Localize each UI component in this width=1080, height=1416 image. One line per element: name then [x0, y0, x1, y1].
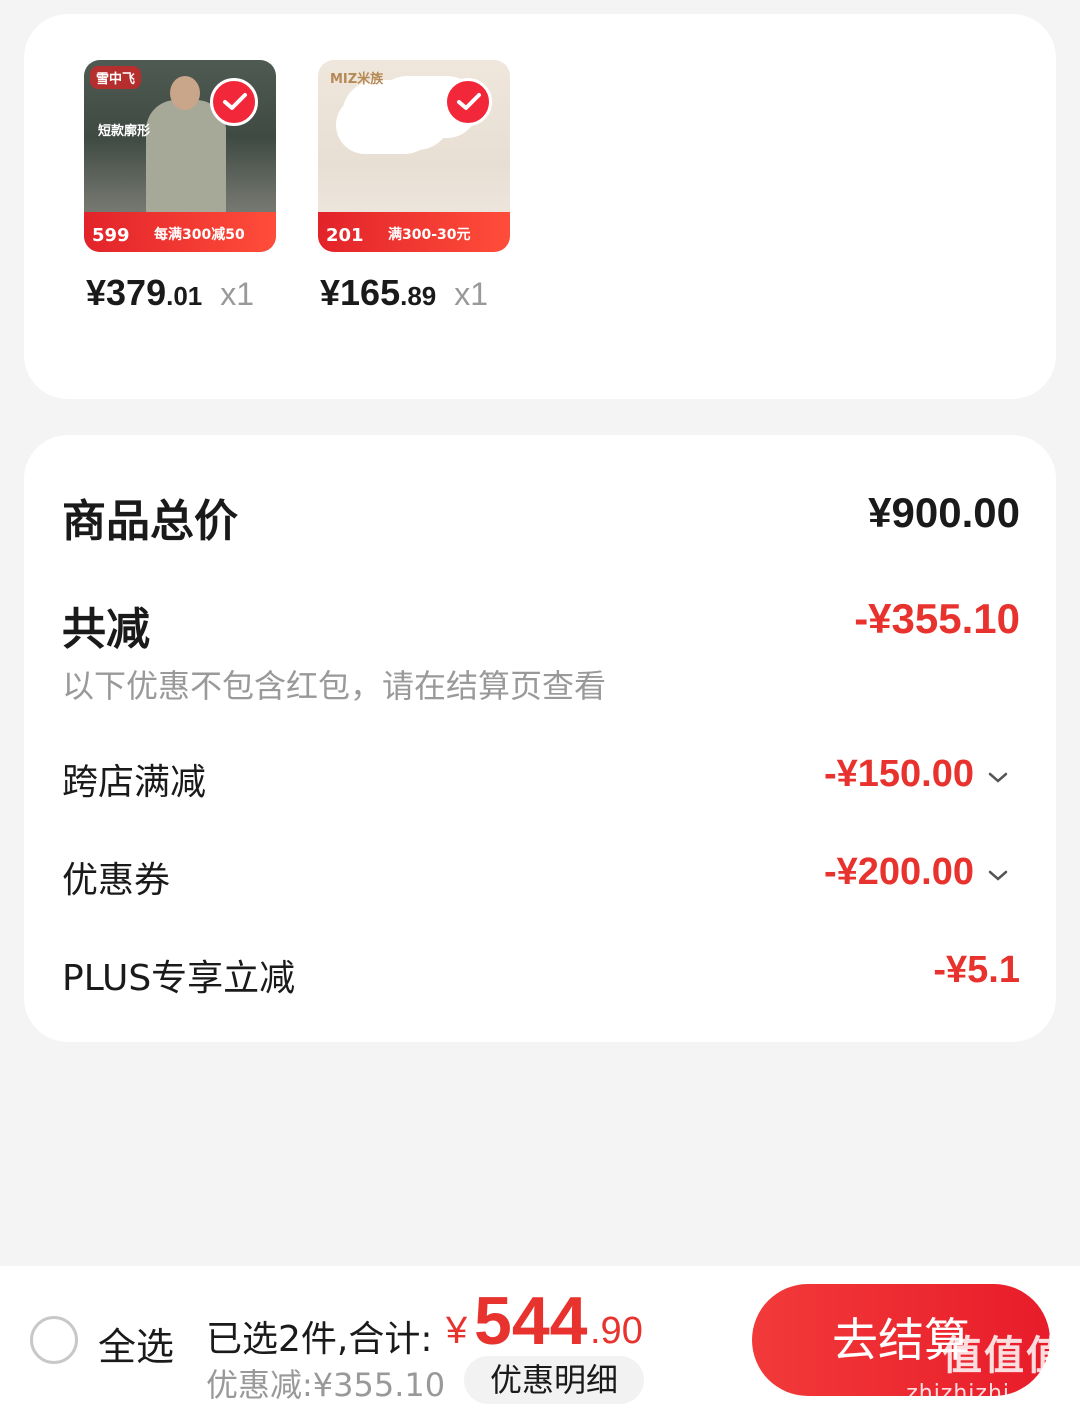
selected-count-text: 已选2件,合计:: [206, 1319, 433, 1360]
total-price-value: ¥900.00: [868, 489, 1020, 536]
total-amount-dec: .90: [590, 1310, 643, 1352]
total-currency: ¥: [446, 1310, 468, 1352]
discount-total-text: 优惠减:¥355.10: [206, 1366, 446, 1404]
promo-price: 599: [92, 225, 130, 246]
brand-logo: MIZ米族: [330, 72, 384, 87]
product-item[interactable]: 雪中飞 短款廓形 599 每满300减50: [84, 60, 276, 252]
total-amount-int: 544: [474, 1283, 588, 1359]
promo-price: 201: [326, 225, 364, 246]
discount-detail-button[interactable]: 优惠明细: [464, 1356, 644, 1404]
checkout-bar: 全选 已选2件,合计: ¥ 544 .90 优惠减:¥355.10 优惠明细 去…: [0, 1266, 1080, 1416]
product-price: ¥379.01 x1: [86, 272, 255, 313]
promo-text: 每满300减50: [154, 227, 245, 243]
chevron-down-icon[interactable]: [988, 771, 1008, 785]
select-all-label[interactable]: 全选: [98, 1316, 174, 1371]
thumb-caption: 短款廓形: [98, 124, 151, 139]
selected-products-card: 雪中飞 短款廓形 599 每满300减50 ¥379.01 x1 MIZ米族 20…: [24, 14, 1056, 399]
product-price: ¥165.89 x1: [320, 272, 489, 313]
promo-text: 满300-30元: [388, 227, 471, 243]
selected-check-icon[interactable]: [444, 78, 492, 126]
discount-note: 以下优惠不包含红包，请在结算页查看: [62, 667, 607, 705]
total-price-label: 商品总价: [62, 496, 238, 547]
product-quantity: x1: [454, 276, 489, 312]
product-thumbnail[interactable]: MIZ米族 201 满300-30元: [318, 60, 510, 252]
discount-label: 跨店满减: [62, 762, 207, 803]
product-thumbnail[interactable]: 雪中飞 短款廓形 599 每满300减50: [84, 60, 276, 252]
site-watermark: 值值值 zhizhizhi.com: [906, 1333, 1068, 1406]
discount-value: -¥5.1: [933, 949, 1020, 991]
discount-label: PLUS专享立减: [62, 958, 296, 999]
discount-value: -¥200.00: [823, 851, 974, 893]
product-quantity: x1: [220, 276, 255, 312]
select-all-radio[interactable]: [30, 1316, 78, 1364]
product-item[interactable]: MIZ米族 201 满300-30元: [318, 60, 510, 252]
total-reduction-value: -¥355.10: [854, 595, 1020, 642]
price-summary-card: 商品总价 ¥900.00 共减 -¥355.10 以下优惠不包含红包，请在结算页…: [24, 435, 1056, 1042]
chevron-down-icon[interactable]: [988, 869, 1008, 883]
discount-value: -¥150.00: [823, 753, 974, 795]
total-reduction-label: 共减: [62, 604, 150, 655]
selected-check-icon[interactable]: [210, 78, 258, 126]
discount-label: 优惠券: [62, 860, 171, 901]
brand-logo: 雪中飞: [90, 66, 142, 89]
